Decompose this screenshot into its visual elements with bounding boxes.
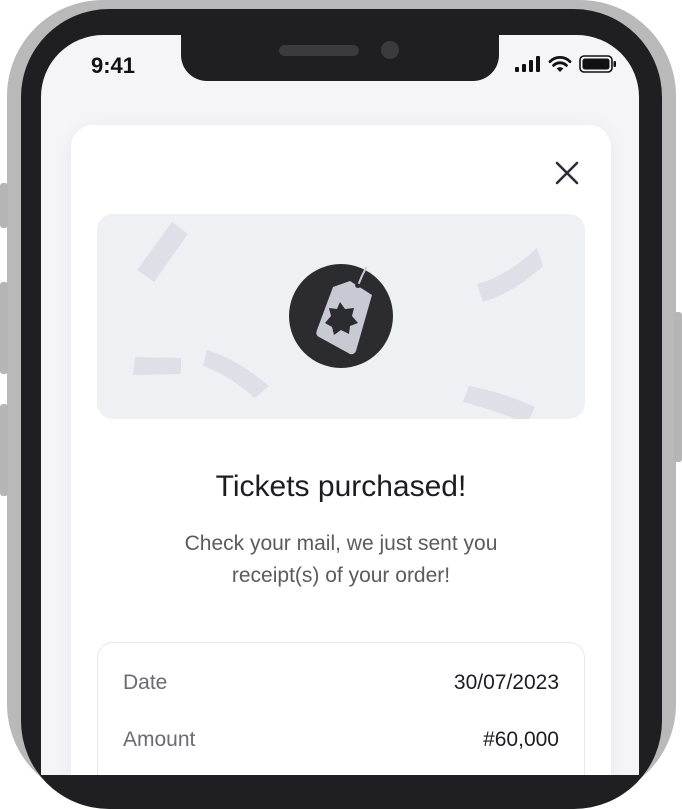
- modal-message: Check your mail, we just sent you receip…: [184, 532, 498, 587]
- phone-screen: 9:41 Tickets purchased! Check your mail,…: [41, 35, 639, 775]
- detail-row-amount: Amount #60,000: [123, 728, 559, 752]
- close-button[interactable]: [549, 155, 585, 191]
- side-button-volume-down: [0, 404, 8, 496]
- side-button-power: [674, 312, 682, 462]
- notch: [181, 35, 499, 81]
- front-camera: [381, 41, 399, 59]
- side-button-volume-up: [0, 282, 8, 374]
- success-banner: [97, 214, 585, 419]
- status-time: 9:41: [91, 53, 136, 78]
- close-icon[interactable]: [554, 160, 580, 186]
- date-value: 30/07/2023: [453, 671, 559, 694]
- amount-label: Amount: [123, 728, 196, 751]
- modal-title: Tickets purchased!: [215, 470, 467, 503]
- status-icons: [515, 55, 617, 73]
- order-details-card: Date 30/07/2023 Amount #60,000: [97, 642, 585, 775]
- signal-icon: [515, 56, 540, 72]
- speaker-grille: [279, 45, 359, 56]
- amount-value: #60,000: [483, 728, 559, 751]
- battery-icon: [579, 55, 616, 73]
- purchase-success-modal: Tickets purchased! Check your mail, we j…: [71, 125, 611, 775]
- date-label: Date: [123, 671, 168, 694]
- price-tag-icon: [289, 264, 393, 368]
- side-button-mute: [0, 183, 8, 228]
- wifi-icon: [548, 56, 572, 72]
- detail-row-date: Date 30/07/2023: [123, 671, 559, 695]
